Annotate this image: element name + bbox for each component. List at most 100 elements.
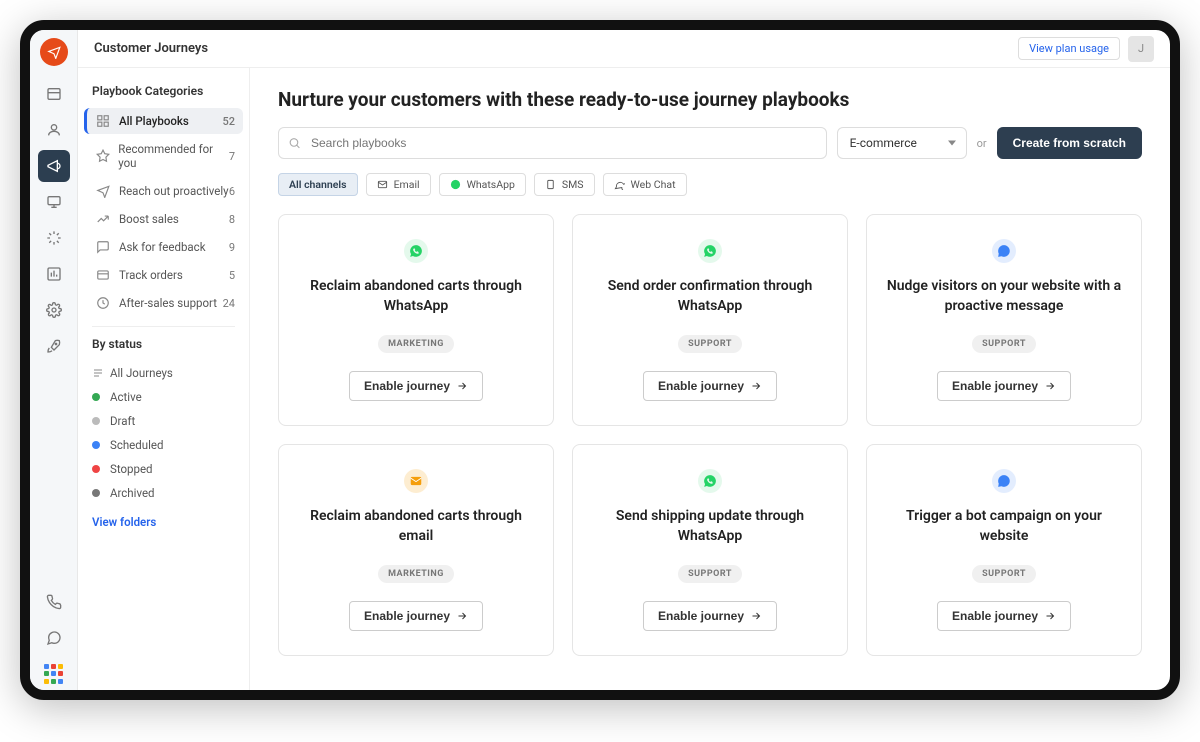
inbox-icon[interactable]	[38, 78, 70, 110]
sidebar-status-item[interactable]: Active	[84, 385, 243, 409]
category-label: Boost sales	[119, 212, 179, 226]
category-label: All Playbooks	[119, 114, 189, 128]
enable-journey-button[interactable]: Enable journey	[349, 371, 483, 401]
search-input[interactable]	[278, 127, 827, 159]
card-badge: SUPPORT	[678, 565, 742, 583]
whatsapp-icon	[450, 179, 462, 191]
sidebar-heading-categories: Playbook Categories	[84, 84, 243, 108]
channel-chip[interactable]: WhatsApp	[439, 173, 526, 196]
app-logo-icon[interactable]	[40, 38, 68, 66]
whatsapp-icon	[404, 239, 428, 263]
sidebar-category-item[interactable]: Ask for feedback9	[84, 234, 243, 260]
card-title: Send shipping update through WhatsApp	[589, 507, 831, 547]
status-label: Active	[110, 390, 142, 404]
playbook-card: Reclaim abandoned carts through WhatsApp…	[278, 214, 554, 426]
chat-icon	[992, 239, 1016, 263]
chat-icon	[992, 469, 1016, 493]
playbook-card: Reclaim abandoned carts through email MA…	[278, 444, 554, 656]
divider	[92, 326, 235, 327]
card-badge: SUPPORT	[972, 565, 1036, 583]
category-icon	[95, 296, 111, 310]
sidebar-status-item[interactable]: Stopped	[84, 457, 243, 481]
monitor-icon[interactable]	[38, 186, 70, 218]
sidebar-category-item[interactable]: Recommended for you7	[84, 136, 243, 176]
status-label: Stopped	[110, 462, 153, 476]
sidebar-category-item[interactable]: All Playbooks 52	[84, 108, 243, 134]
channel-chip[interactable]: SMS	[534, 173, 595, 196]
status-dot-icon	[92, 441, 100, 449]
settings-icon[interactable]	[38, 294, 70, 326]
category-label: Track orders	[119, 268, 183, 282]
card-title: Reclaim abandoned carts through WhatsApp	[295, 277, 537, 317]
category-label: Reach out proactively	[119, 184, 229, 198]
sidebar-category-item[interactable]: Track orders 5	[84, 262, 243, 288]
dropdown-value: E-commerce	[850, 136, 917, 150]
chat-bubble-icon[interactable]	[38, 622, 70, 654]
sidebar-status-item[interactable]: Scheduled	[84, 433, 243, 457]
channel-filter-chips: All channels Email WhatsApp SMS Web Chat	[278, 173, 1142, 196]
avatar[interactable]: J	[1128, 36, 1154, 62]
card-badge: SUPPORT	[678, 335, 742, 353]
main-heading: Nurture your customers with these ready-…	[278, 88, 1142, 111]
reports-icon[interactable]	[38, 258, 70, 290]
chat-icon	[614, 179, 626, 191]
view-plan-usage-link[interactable]: View plan usage	[1018, 37, 1120, 60]
category-count: 24	[223, 297, 235, 310]
status-label: Scheduled	[110, 438, 164, 452]
create-from-scratch-button[interactable]: Create from scratch	[997, 127, 1142, 159]
campaigns-icon[interactable]	[38, 150, 70, 182]
apps-grid-icon[interactable]	[38, 658, 70, 690]
rocket-icon[interactable]	[38, 330, 70, 362]
or-text: or	[977, 137, 987, 150]
arrow-right-icon	[750, 610, 762, 622]
category-count: 7	[229, 150, 235, 163]
card-title: Trigger a bot campaign on your website	[883, 507, 1125, 547]
sidebar-heading-status: By status	[84, 337, 243, 361]
card-badge: SUPPORT	[972, 335, 1036, 353]
arrow-right-icon	[456, 380, 468, 392]
sidebar-category-item[interactable]: Reach out proactively6	[84, 178, 243, 204]
playbook-cards-grid: Reclaim abandoned carts through WhatsApp…	[278, 214, 1142, 656]
automation-icon[interactable]	[38, 222, 70, 254]
enable-journey-button[interactable]: Enable journey	[349, 601, 483, 631]
chip-label: SMS	[562, 178, 584, 191]
page-title: Customer Journeys	[94, 41, 208, 56]
phone-icon[interactable]	[38, 586, 70, 618]
category-count: 52	[222, 115, 235, 128]
channel-chip[interactable]: Email	[366, 173, 431, 196]
status-dot-icon	[92, 489, 100, 497]
icon-rail	[30, 30, 78, 690]
whatsapp-icon	[698, 239, 722, 263]
arrow-right-icon	[456, 610, 468, 622]
sidebar-status-item[interactable]: Archived	[84, 481, 243, 505]
category-icon	[95, 212, 111, 226]
status-dot-icon	[92, 417, 100, 425]
card-title: Reclaim abandoned carts through email	[295, 507, 537, 547]
status-label: All Journeys	[110, 366, 173, 380]
enable-journey-button[interactable]: Enable journey	[643, 371, 777, 401]
journeys-icon	[92, 367, 110, 379]
enable-journey-button[interactable]: Enable journey	[643, 601, 777, 631]
sidebar-status-item[interactable]: Draft	[84, 409, 243, 433]
sidebar-status-item[interactable]: All Journeys	[84, 361, 243, 385]
enable-journey-button[interactable]: Enable journey	[937, 371, 1071, 401]
category-icon	[95, 268, 111, 282]
view-folders-link[interactable]: View folders	[84, 505, 243, 539]
channel-chip[interactable]: All channels	[278, 173, 358, 196]
sidebar-category-item[interactable]: Boost sales8	[84, 206, 243, 232]
chip-label: All channels	[289, 178, 347, 191]
category-count: 5	[229, 269, 235, 282]
vertical-dropdown[interactable]: E-commerce	[837, 127, 967, 159]
category-icon	[95, 240, 111, 254]
contacts-icon[interactable]	[38, 114, 70, 146]
arrow-right-icon	[750, 380, 762, 392]
mail-icon	[377, 179, 389, 191]
enable-journey-button[interactable]: Enable journey	[937, 601, 1071, 631]
chip-label: Web Chat	[631, 178, 676, 191]
category-icon	[95, 184, 111, 198]
card-title: Send order confirmation through WhatsApp	[589, 277, 831, 317]
sidebar-category-item[interactable]: After-sales support24	[84, 290, 243, 316]
channel-chip[interactable]: Web Chat	[603, 173, 687, 196]
card-badge: MARKETING	[378, 335, 454, 353]
category-icon	[95, 149, 110, 163]
